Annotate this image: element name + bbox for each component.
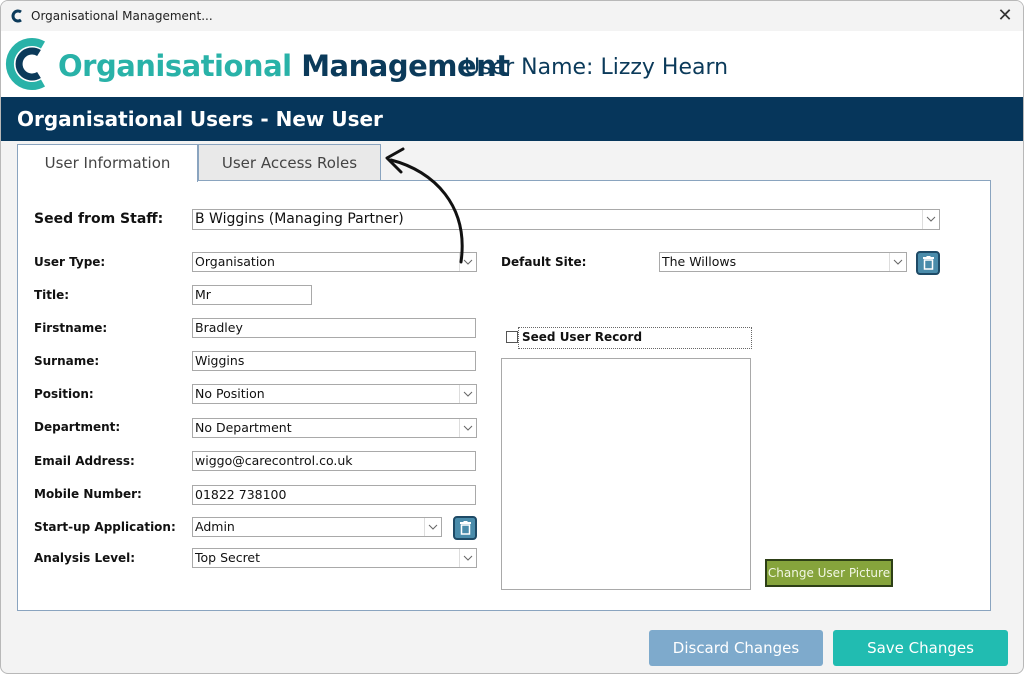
save-changes-button[interactable]: Save Changes bbox=[833, 630, 1008, 666]
brand-logo-icon bbox=[5, 38, 46, 90]
tab-user-information[interactable]: User Information bbox=[17, 144, 198, 182]
user-picture-frame bbox=[501, 358, 751, 590]
position-select[interactable]: No Position bbox=[192, 384, 477, 404]
window-title: Organisational Management... bbox=[31, 9, 213, 23]
default-site-label: Default Site: bbox=[501, 255, 587, 269]
mobile-input[interactable]: 01822 738100 bbox=[192, 485, 476, 505]
chevron-down-icon[interactable] bbox=[459, 549, 476, 567]
user-type-label: User Type: bbox=[34, 255, 106, 269]
seed-user-record-label: Seed User Record bbox=[522, 330, 643, 344]
trash-icon bbox=[923, 256, 934, 270]
seed-from-staff-value: B Wiggins (Managing Partner) bbox=[195, 211, 404, 227]
firstname-input[interactable]: Bradley bbox=[192, 318, 476, 338]
trash-icon bbox=[460, 521, 471, 535]
surname-label: Surname: bbox=[34, 354, 100, 368]
change-user-picture-button[interactable]: Change User Picture bbox=[765, 559, 893, 587]
chevron-down-icon[interactable] bbox=[459, 253, 476, 271]
firstname-label: Firstname: bbox=[34, 321, 108, 335]
default-site-value: The Willows bbox=[662, 254, 737, 269]
department-label: Department: bbox=[34, 420, 121, 434]
clear-default-site-button[interactable] bbox=[916, 251, 940, 275]
email-input[interactable]: wiggo@carecontrol.co.uk bbox=[192, 451, 476, 471]
analysis-level-value: Top Secret bbox=[195, 550, 261, 565]
seed-from-staff-select[interactable]: B Wiggins (Managing Partner) bbox=[192, 209, 940, 230]
chevron-down-icon[interactable] bbox=[922, 210, 939, 229]
close-icon[interactable]: ✕ bbox=[995, 5, 1015, 25]
chevron-down-icon[interactable] bbox=[459, 385, 476, 403]
app-logo-icon bbox=[11, 9, 22, 23]
surname-input[interactable]: Wiggins bbox=[192, 351, 476, 371]
startup-app-select[interactable]: Admin bbox=[192, 517, 442, 537]
email-label: Email Address: bbox=[34, 454, 135, 468]
user-information-panel: Seed from Staff: B Wiggins (Managing Par… bbox=[17, 180, 991, 611]
page-banner: Organisational Users - New User bbox=[1, 97, 1023, 141]
department-value: No Department bbox=[195, 420, 292, 435]
startup-app-value: Admin bbox=[195, 519, 235, 534]
tab-user-access-roles[interactable]: User Access Roles bbox=[198, 144, 381, 181]
app-window: Organisational Management... ✕ Organisat… bbox=[0, 0, 1024, 674]
title-input[interactable]: Mr bbox=[192, 285, 312, 305]
position-value: No Position bbox=[195, 386, 265, 401]
chevron-down-icon[interactable] bbox=[889, 253, 906, 271]
seed-from-staff-label: Seed from Staff: bbox=[34, 211, 164, 227]
brand-name: Organisational Management bbox=[58, 49, 510, 83]
chevron-down-icon[interactable] bbox=[459, 419, 476, 437]
clear-startup-app-button[interactable] bbox=[453, 516, 477, 540]
page-title: Organisational Users - New User bbox=[17, 107, 383, 131]
position-label: Position: bbox=[34, 387, 94, 401]
app-header: Organisational Management User Name: Liz… bbox=[1, 31, 1023, 97]
title-bar: Organisational Management... ✕ bbox=[1, 1, 1023, 31]
analysis-level-select[interactable]: Top Secret bbox=[192, 548, 477, 568]
title-label: Title: bbox=[34, 288, 70, 302]
analysis-level-label: Analysis Level: bbox=[34, 551, 136, 565]
default-site-select[interactable]: The Willows bbox=[659, 252, 907, 272]
seed-user-record-frame: Seed User Record bbox=[518, 327, 752, 349]
chevron-down-icon[interactable] bbox=[424, 518, 441, 536]
discard-changes-button[interactable]: Discard Changes bbox=[649, 630, 823, 666]
brand-name-part1: Organisational bbox=[58, 49, 292, 83]
current-user-name: User Name: Lizzy Hearn bbox=[464, 55, 729, 80]
mobile-label: Mobile Number: bbox=[34, 487, 142, 501]
startup-app-label: Start-up Application: bbox=[34, 520, 176, 534]
department-select[interactable]: No Department bbox=[192, 418, 477, 438]
seed-user-record-checkbox[interactable] bbox=[506, 331, 518, 343]
user-type-value: Organisation bbox=[195, 254, 275, 269]
user-type-select[interactable]: Organisation bbox=[192, 252, 477, 272]
